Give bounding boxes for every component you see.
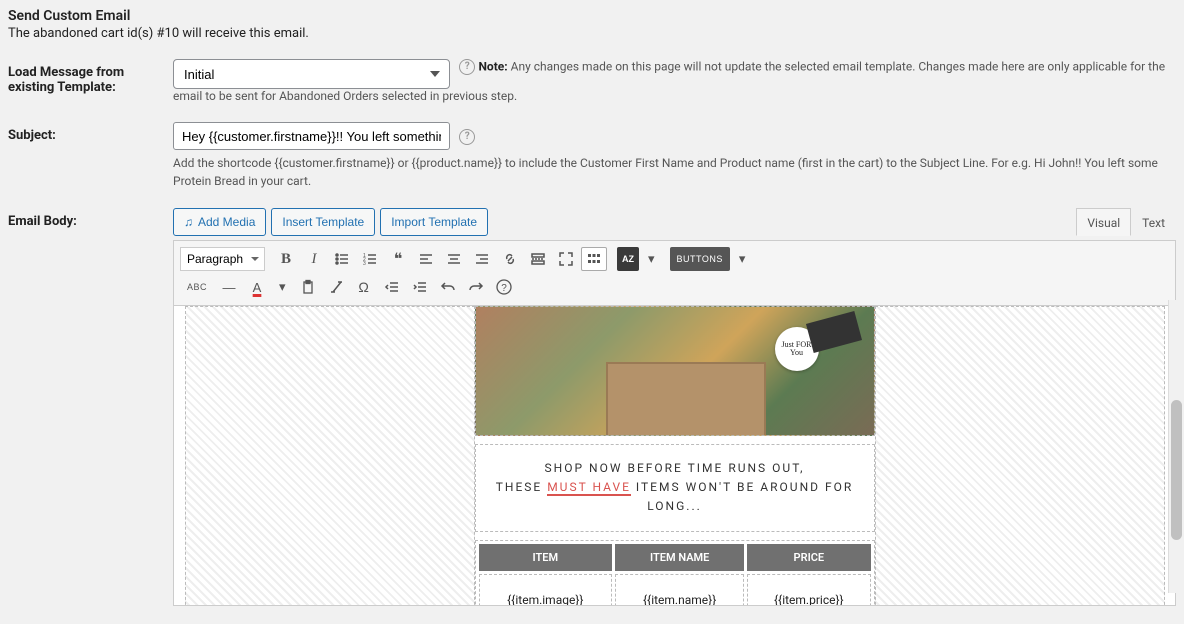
special-char-button[interactable]: Ω: [351, 275, 377, 299]
hr-button[interactable]: —: [216, 275, 242, 299]
align-left-button[interactable]: [413, 247, 439, 271]
text-color-button[interactable]: A: [244, 275, 270, 299]
outdent-button[interactable]: [379, 275, 405, 299]
align-center-button[interactable]: [441, 247, 467, 271]
table-row: {{item.image}} {{item.name}} {{item.pric…: [479, 574, 871, 606]
layout-column-left: [185, 306, 475, 606]
az-button[interactable]: AZ: [617, 247, 639, 271]
hero-image: Just FOR You: [475, 306, 875, 436]
buttons-dropdown-icon[interactable]: ▾: [732, 247, 753, 271]
promo-text: SHOP NOW BEFORE TIME RUNS OUT, THESE MUS…: [475, 444, 875, 532]
buttons-pill[interactable]: BUTTONS: [670, 247, 730, 271]
indent-button[interactable]: [407, 275, 433, 299]
link-button[interactable]: [497, 247, 523, 271]
help-button[interactable]: ?: [491, 275, 517, 299]
paste-text-button[interactable]: [295, 275, 321, 299]
editor-body[interactable]: Just FOR You SHOP NOW BEFORE TIME RUNS O…: [173, 306, 1176, 606]
body-label: Email Body:: [8, 208, 173, 624]
th-name: ITEM NAME: [615, 544, 744, 571]
insert-template-button[interactable]: Insert Template: [271, 208, 375, 236]
number-list-button[interactable]: 123: [357, 247, 383, 271]
toolbar-toggle-button[interactable]: [581, 247, 607, 271]
bold-button[interactable]: B: [273, 247, 299, 271]
help-icon[interactable]: ?: [459, 59, 475, 75]
page-title: Send Custom Email: [8, 8, 1176, 24]
svg-text:?: ?: [501, 283, 507, 294]
az-dropdown-icon[interactable]: ▾: [641, 247, 662, 271]
clear-format-button[interactable]: [323, 275, 349, 299]
tab-text[interactable]: Text: [1131, 208, 1176, 236]
blockquote-button[interactable]: ❝: [385, 247, 411, 271]
text-color-dropdown-icon[interactable]: ▾: [272, 275, 293, 299]
subject-hint: Add the shortcode {{customer.firstname}}…: [173, 154, 1173, 190]
template-select[interactable]: Initial: [173, 59, 450, 89]
help-icon[interactable]: ?: [459, 129, 475, 145]
align-right-button[interactable]: [469, 247, 495, 271]
tab-visual[interactable]: Visual: [1076, 208, 1131, 236]
media-icon: ♫: [184, 215, 193, 229]
undo-button[interactable]: [435, 275, 461, 299]
th-item: ITEM: [479, 544, 613, 571]
fullscreen-button[interactable]: [553, 247, 579, 271]
layout-column-right: [875, 306, 1165, 606]
template-label: Load Message from existing Template:: [8, 59, 173, 122]
bullet-list-button[interactable]: [329, 247, 355, 271]
svg-text:3: 3: [363, 261, 366, 267]
items-table: ITEM ITEM NAME PRICE {{ite: [476, 541, 874, 606]
readmore-button[interactable]: [525, 247, 551, 271]
page-subtitle: The abandoned cart id(s) #10 will receiv…: [8, 26, 1176, 41]
scrollbar-thumb[interactable]: [1171, 400, 1182, 540]
th-price: PRICE: [747, 544, 870, 571]
italic-button[interactable]: I: [301, 247, 327, 271]
page-scrollbar[interactable]: [1168, 300, 1184, 593]
strike-button[interactable]: ABC: [180, 275, 214, 299]
format-select[interactable]: Paragraph: [180, 247, 265, 271]
editor-toolbar: Paragraph B I 123 ❝: [173, 240, 1176, 306]
subject-input[interactable]: [173, 122, 450, 150]
subject-label: Subject:: [8, 122, 173, 208]
redo-button[interactable]: [463, 275, 489, 299]
add-media-button[interactable]: ♫ Add Media: [173, 208, 266, 236]
import-template-button[interactable]: Import Template: [380, 208, 488, 236]
